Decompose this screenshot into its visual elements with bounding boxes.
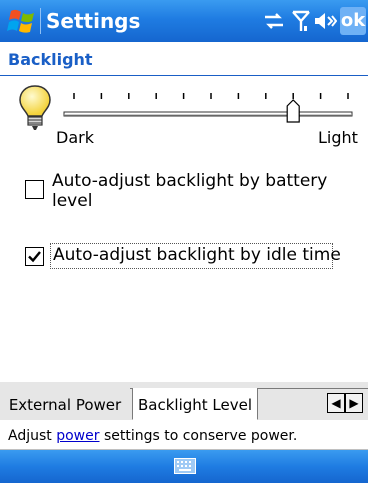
idle-adjust-label[interactable]: Auto-adjust backlight by idle time — [53, 245, 341, 265]
backlight-slider[interactable] — [56, 86, 356, 136]
tab-scroll-right-button[interactable]: ▶ — [345, 393, 363, 413]
battery-adjust-checkbox[interactable] — [25, 180, 44, 199]
ok-button[interactable]: ok — [340, 7, 366, 35]
speaker-icon[interactable] — [313, 9, 337, 33]
slider-max-label: Light — [318, 128, 358, 147]
footer-suffix: settings to conserve power. — [99, 428, 298, 444]
footer-hint: Adjust power settings to conserve power. — [8, 428, 297, 444]
light-bulb-icon — [19, 85, 51, 130]
window-title: Settings — [46, 9, 141, 33]
tab-scroll-left-button[interactable]: ◀ — [327, 393, 345, 413]
power-settings-link[interactable]: power — [56, 428, 99, 444]
checkmark-icon — [28, 251, 41, 263]
slider-min-label: Dark — [56, 128, 94, 147]
section-divider — [0, 75, 368, 76]
connectivity-icon[interactable] — [262, 9, 286, 33]
idle-adjust-checkbox[interactable] — [25, 247, 44, 266]
tab-backlight-level[interactable]: Backlight Level — [132, 388, 258, 420]
battery-adjust-label[interactable]: Auto-adjust backlight by battery level — [52, 171, 327, 211]
battery-adjust-label-line1: Auto-adjust backlight by battery — [52, 171, 328, 191]
footer-prefix: Adjust — [8, 428, 57, 444]
battery-adjust-label-line2: level — [52, 191, 93, 211]
keyboard-icon[interactable] — [174, 458, 196, 474]
tab-external-power[interactable]: External Power — [0, 388, 130, 420]
title-separator — [40, 8, 41, 34]
title-bar: Settings ok — [0, 0, 368, 42]
start-menu-icon[interactable] — [7, 6, 37, 36]
signal-antenna-icon[interactable] — [290, 9, 312, 33]
slider-thumb[interactable] — [286, 99, 300, 123]
section-title: Backlight — [8, 50, 93, 69]
